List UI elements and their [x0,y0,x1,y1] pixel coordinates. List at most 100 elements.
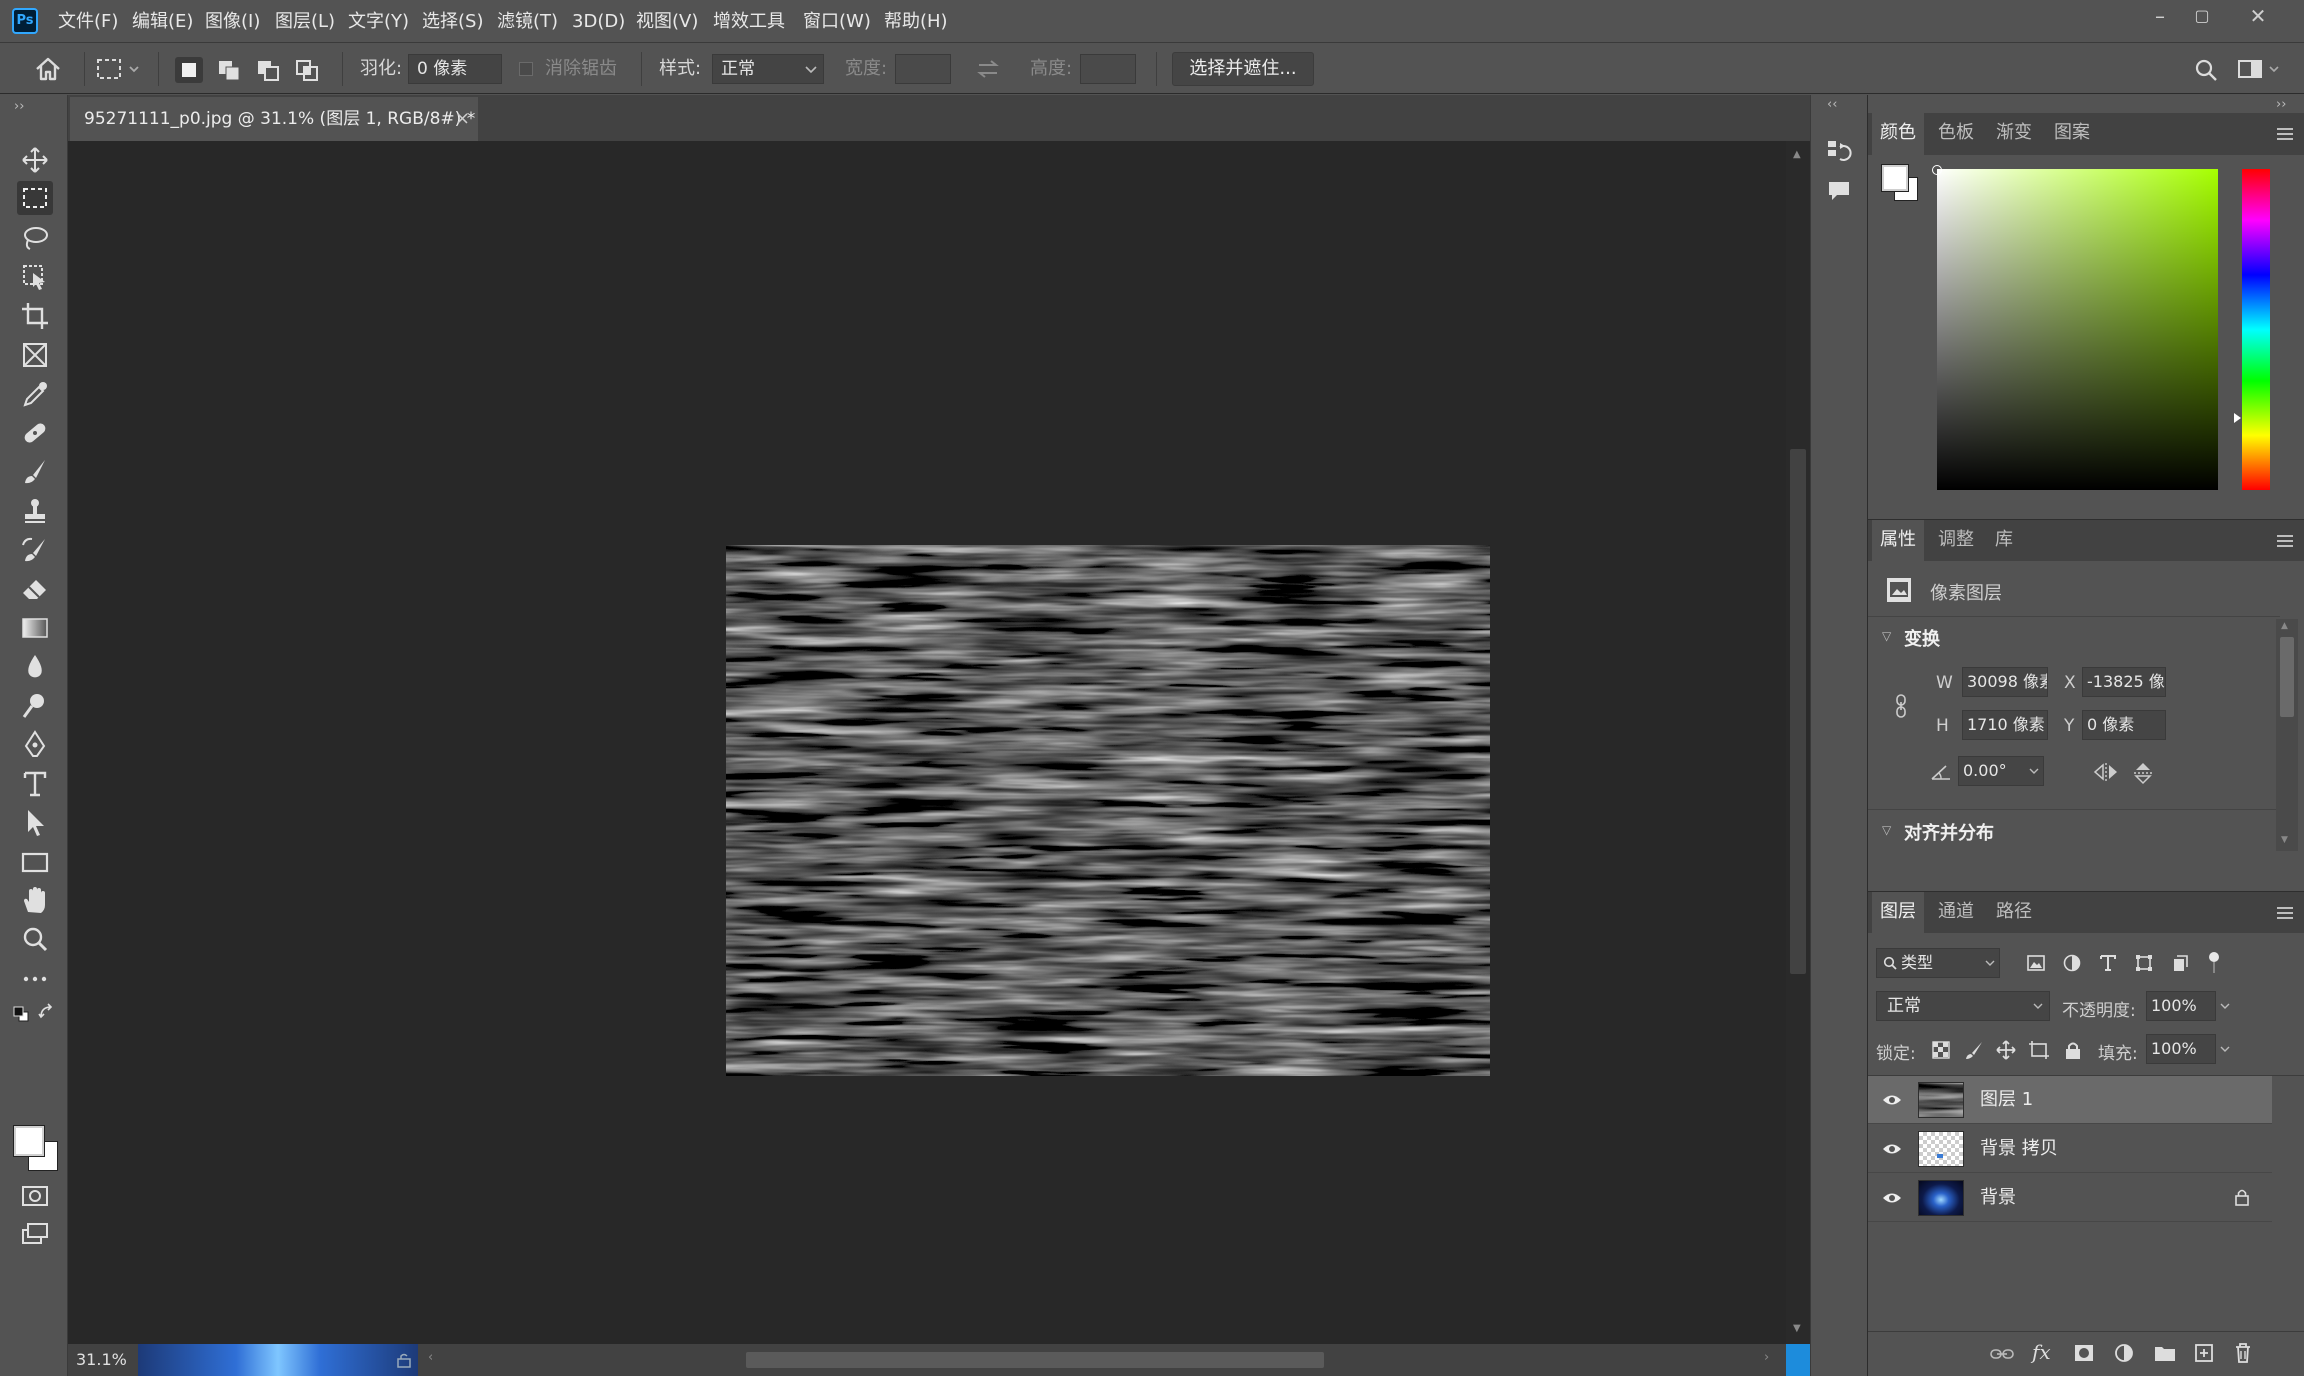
history-brush-tool-icon[interactable] [17,533,53,567]
lasso-tool-icon[interactable] [17,221,53,255]
chevron-down-icon[interactable]: ▽ [1882,629,1891,643]
zoom-tool-icon[interactable] [17,923,53,957]
hue-slider[interactable] [2242,169,2270,490]
clone-stamp-tool-icon[interactable] [17,494,53,528]
maximize-button[interactable]: ▢ [2180,0,2224,32]
layer-name[interactable]: 背景 [1980,1174,2016,1222]
height-input[interactable] [1080,54,1136,84]
tab-swatches[interactable]: 色板 [1930,113,1982,155]
close-tab-icon[interactable]: × [455,97,470,141]
object-select-tool-icon[interactable] [17,260,53,294]
trash-icon[interactable] [2234,1342,2252,1364]
lock-pixels-icon[interactable] [1964,1040,1984,1060]
properties-scrollbar[interactable]: ▲ ▼ [2276,619,2298,851]
scroll-left-icon[interactable]: ‹ [428,1350,433,1365]
menu-window[interactable]: 窗口(W) [803,0,871,43]
eraser-tool-icon[interactable] [17,572,53,606]
lock-transparency-icon[interactable] [1932,1041,1950,1059]
menu-file[interactable]: 文件(F) [58,0,118,43]
screen-mode-icon[interactable] [17,1217,53,1251]
select-and-mask-button[interactable]: 选择并遮住... [1172,52,1314,86]
subtract-selection-icon[interactable] [254,57,282,83]
color-picker-ring[interactable] [1932,165,1942,175]
panel-menu-icon[interactable] [2276,127,2294,141]
blend-mode-select[interactable]: 正常 [1876,991,2050,1021]
add-selection-icon[interactable] [215,57,243,83]
menu-plugins[interactable]: 增效工具 [713,0,785,43]
align-distribute-title[interactable]: 对齐并分布 [1904,819,1994,845]
filter-pixel-icon[interactable] [2026,953,2046,973]
panel-menu-icon[interactable] [2276,534,2294,548]
eye-icon[interactable] [1882,1140,1902,1158]
search-icon[interactable] [2194,58,2218,82]
panel-menu-icon[interactable] [2276,906,2294,920]
color-field[interactable] [1937,169,2218,490]
default-colors-icon[interactable] [12,1005,30,1023]
pen-tool-icon[interactable] [17,728,53,762]
vertical-scrollbar[interactable]: ▲ ▼ [1786,141,1810,1344]
eye-icon[interactable] [1882,1189,1902,1207]
minimize-button[interactable]: – [2138,0,2182,32]
filter-toggle-icon[interactable] [2208,951,2220,975]
x-field[interactable]: -13825 像素 [2082,667,2166,697]
move-tool-icon[interactable] [17,143,53,177]
angle-field[interactable]: 0.00° [1958,756,2044,786]
healing-brush-tool-icon[interactable] [17,416,53,450]
menu-3d[interactable]: 3D(D) [572,0,625,43]
workspace-icon[interactable] [2238,59,2282,79]
new-selection-icon[interactable] [175,57,203,83]
layer-row[interactable]: 背景 拷贝 [1868,1125,2272,1173]
scroll-right-icon[interactable]: › [1764,1350,1769,1365]
brush-tool-icon[interactable] [17,455,53,489]
vertical-scroll-thumb[interactable] [1790,449,1806,974]
gradient-tool-icon[interactable] [17,611,53,645]
opacity-field[interactable]: 100% [2146,991,2216,1021]
eyedropper-tool-icon[interactable] [17,377,53,411]
chevron-down-icon[interactable] [2220,1046,2230,1053]
new-layer-icon[interactable] [2194,1343,2214,1363]
layer-filter-select[interactable]: 类型 [1876,948,2000,978]
path-selection-tool-icon[interactable] [17,806,53,840]
adjustment-layer-icon[interactable] [2114,1343,2134,1363]
menu-image[interactable]: 图像(I) [205,0,260,43]
tab-libraries[interactable]: 库 [1982,520,2026,562]
tab-paths[interactable]: 路径 [1988,892,2040,934]
tab-layers[interactable]: 图层 [1872,892,1924,934]
tab-color[interactable]: 颜色 [1872,113,1924,155]
ps-logo[interactable]: Ps [12,8,38,34]
chevron-down-icon[interactable] [2220,1003,2230,1010]
menu-select[interactable]: 选择(S) [422,0,483,43]
chevron-down-icon[interactable]: ▽ [1882,823,1891,837]
eye-icon[interactable] [1882,1091,1902,1109]
menu-edit[interactable]: 编辑(E) [132,0,193,43]
menu-help[interactable]: 帮助(H) [884,0,948,43]
tab-adjustments[interactable]: 调整 [1930,520,1982,562]
fill-field[interactable]: 100% [2146,1034,2216,1064]
width-field[interactable]: 30098 像素 [1962,667,2048,697]
comments-icon[interactable] [1825,177,1853,205]
layer-name[interactable]: 背景 拷贝 [1980,1125,2058,1173]
width-input[interactable] [895,54,951,84]
lock-all-icon[interactable] [2064,1040,2082,1060]
hue-slider-marker[interactable] [2234,413,2241,423]
link-icon[interactable] [1894,693,1908,719]
filter-type-icon[interactable] [2098,953,2118,973]
canvas-area[interactable] [68,141,1790,1344]
antialias-checkbox[interactable] [519,62,533,76]
more-tools-icon[interactable] [17,962,53,996]
menu-view[interactable]: 视图(V) [636,0,698,43]
filter-smart-object-icon[interactable] [2170,953,2190,973]
tab-gradients[interactable]: 渐变 [1988,113,2040,155]
filter-adjustment-icon[interactable] [2062,953,2082,973]
y-field[interactable]: 0 像素 [2082,710,2166,740]
home-icon[interactable] [34,56,62,82]
swap-colors-icon[interactable] [38,1003,56,1021]
transform-title[interactable]: 变换 [1904,625,1940,651]
tab-properties[interactable]: 属性 [1872,520,1924,562]
foreground-color-swatch[interactable] [13,1125,45,1157]
menu-filter[interactable]: 滤镜(T) [497,0,558,43]
blur-tool-icon[interactable] [17,650,53,684]
filter-shape-icon[interactable] [2134,953,2154,973]
layer-row[interactable]: 图层 1 [1868,1076,2272,1124]
intersect-selection-icon[interactable] [293,57,321,83]
